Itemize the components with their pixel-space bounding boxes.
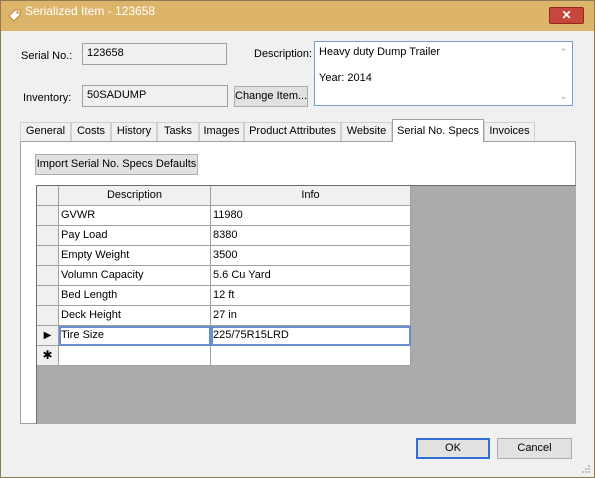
current-row-indicator-icon[interactable]: ▶ — [37, 326, 59, 346]
tag-icon — [8, 9, 21, 22]
scroll-up-icon[interactable]: ⌃ — [555, 46, 572, 58]
grid-corner — [37, 186, 59, 206]
new-row-icon[interactable]: ✱ — [37, 346, 59, 366]
description-line: Year: 2014 — [319, 72, 372, 84]
serialized-item-window: Serialized Item - 123658 ✕ Serial No.: 1… — [0, 0, 595, 478]
grid-cell-description[interactable]: Volumn Capacity — [59, 266, 211, 286]
window-title: Serialized Item - 123658 — [25, 4, 156, 18]
grid-cell-description[interactable]: Pay Load — [59, 226, 211, 246]
grid-cell-description[interactable]: Empty Weight — [59, 246, 211, 266]
grid-cell-description[interactable]: Deck Height — [59, 306, 211, 326]
grid-cell-info[interactable]: 225/75R15LRD — [211, 326, 411, 346]
inventory-field[interactable]: 50SADUMP — [82, 85, 228, 107]
grid-cell-info[interactable]: 8380 — [211, 226, 411, 246]
row-header[interactable] — [37, 206, 59, 226]
ok-button[interactable]: OK — [416, 438, 490, 459]
grid-cell-description[interactable]: Bed Length — [59, 286, 211, 306]
grid-cell-info[interactable]: 11980 — [211, 206, 411, 226]
grid-cell-info[interactable]: 5.6 Cu Yard — [211, 266, 411, 286]
row-header[interactable] — [37, 226, 59, 246]
grid-cell-description[interactable]: Tire Size — [59, 326, 211, 346]
tab-general[interactable]: General — [20, 122, 71, 141]
description-label: Description: — [254, 48, 313, 60]
row-header[interactable] — [37, 246, 59, 266]
tab-costs[interactable]: Costs — [71, 122, 111, 141]
column-header-description[interactable]: Description — [59, 186, 211, 206]
scroll-down-icon[interactable]: ⌄ — [555, 90, 572, 102]
description-line: Heavy duty Dump Trailer — [319, 46, 441, 58]
tab-images[interactable]: Images — [199, 122, 244, 141]
grid-cell-info[interactable]: 12 ft — [211, 286, 411, 306]
description-scrollbar[interactable]: ⌃ ⌄ — [555, 42, 572, 105]
resize-grip-icon[interactable] — [581, 464, 591, 474]
tab-tasks[interactable]: Tasks — [157, 122, 199, 141]
tab-serial-no-specs[interactable]: Serial No. Specs — [392, 119, 484, 142]
serial-label: Serial No.: — [21, 50, 73, 62]
row-header[interactable] — [37, 306, 59, 326]
cancel-button[interactable]: Cancel — [497, 438, 572, 459]
column-header-info[interactable]: Info — [211, 186, 411, 206]
grid-new-cell-info[interactable] — [211, 346, 411, 366]
grid-new-cell-description[interactable] — [59, 346, 211, 366]
serial-field[interactable]: 123658 — [82, 43, 227, 65]
tab-product-attributes[interactable]: Product Attributes — [244, 122, 341, 141]
close-button[interactable]: ✕ — [549, 7, 584, 24]
grid-cell-description[interactable]: GVWR — [59, 206, 211, 226]
tab-website[interactable]: Website — [341, 122, 392, 141]
tab-history[interactable]: History — [111, 122, 157, 141]
grid-cell-info[interactable]: 3500 — [211, 246, 411, 266]
change-item-button[interactable]: Change Item... — [234, 86, 308, 107]
description-field[interactable]: Heavy duty Dump Trailer Year: 2014 ⌃ ⌄ — [314, 41, 573, 106]
grid-cell-info[interactable]: 27 in — [211, 306, 411, 326]
import-defaults-button[interactable]: Import Serial No. Specs Defaults — [35, 154, 198, 175]
row-header[interactable] — [37, 266, 59, 286]
row-header[interactable] — [37, 286, 59, 306]
inventory-label: Inventory: — [23, 92, 72, 104]
title-bar[interactable]: Serialized Item - 123658 ✕ — [1, 1, 594, 31]
tab-invoices[interactable]: Invoices — [484, 122, 535, 141]
specs-grid[interactable]: Description Info GVWR 11980 Pay Load 838… — [36, 185, 576, 424]
